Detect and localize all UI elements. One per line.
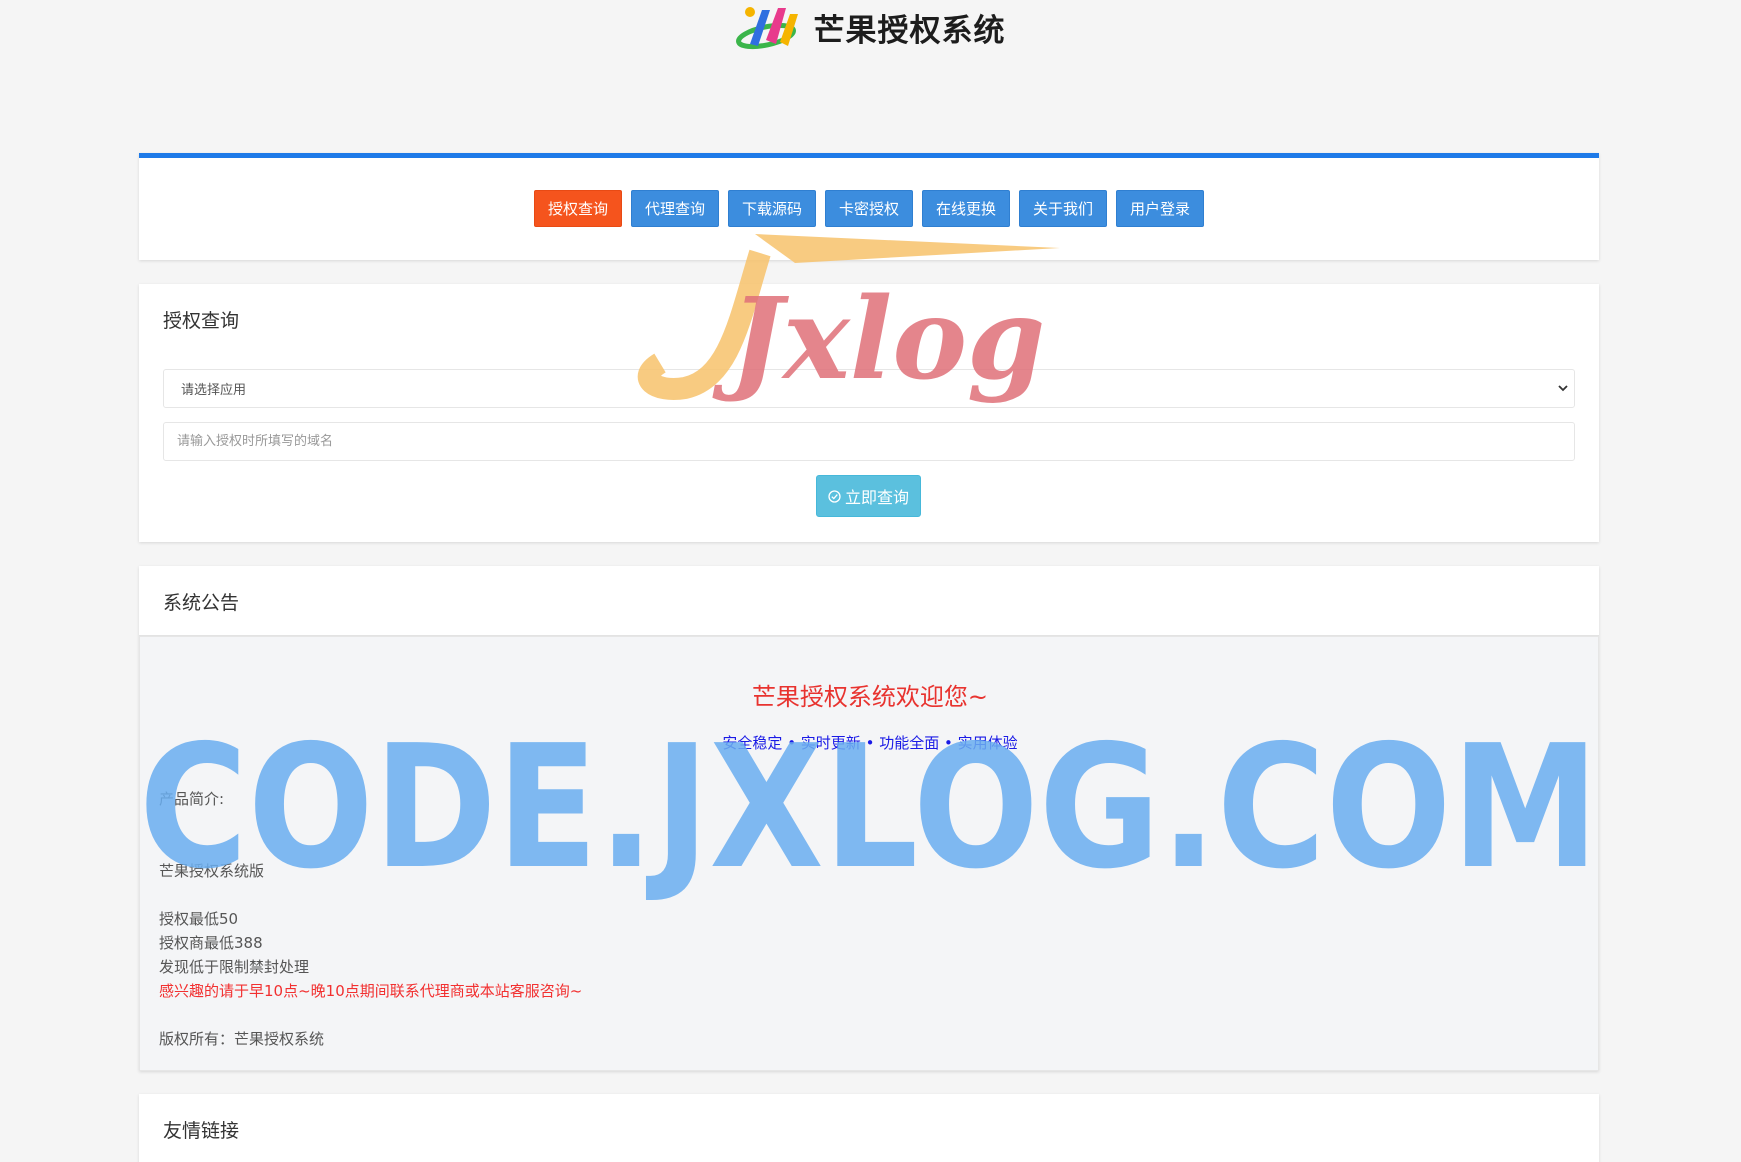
nav-button-user-login[interactable]: 用户登录 <box>1116 190 1205 227</box>
nav-button-license-query[interactable]: 授权查询 <box>533 190 622 227</box>
agent-min-line: 授权商最低388 <box>159 934 263 952</box>
notice-panel-title: 系统公告 <box>163 592 240 614</box>
ban-rule-line: 发现低于限制禁封处理 <box>159 958 310 976</box>
nav-button-agent-query[interactable]: 代理查询 <box>630 190 719 227</box>
notice-panel: 系统公告 芒果授权系统欢迎您~ 安全稳定 • 实时更新 • 功能全面 • 实用体… <box>139 566 1599 1071</box>
nav-button-download-source[interactable]: 下载源码 <box>727 190 816 227</box>
app-select-value: 请选择应用 <box>181 383 247 398</box>
license-query-panel: 授权查询 请选择应用 立即查询 <box>139 284 1599 542</box>
notice-slogan: 安全稳定 • 实时更新 • 功能全面 • 实用体验 <box>722 734 1018 752</box>
check-circle-icon <box>828 489 841 503</box>
contact-line: 感兴趣的请于早10点~晚10点期间联系代理商或本站客服咨询~ <box>159 982 583 1000</box>
nav-button-about-us[interactable]: 关于我们 <box>1019 190 1108 227</box>
links-panel-title: 友情链接 <box>163 1120 240 1142</box>
app-select[interactable]: 请选择应用 <box>163 369 1575 408</box>
nav-button-card-license[interactable]: 卡密授权 <box>824 190 913 227</box>
nav-panel: 授权查询 代理查询 下载源码 卡密授权 在线更换 关于我们 用户登录 <box>139 153 1599 260</box>
nav-button-group: 授权查询 代理查询 下载源码 卡密授权 在线更换 关于我们 用户登录 <box>139 158 1599 227</box>
query-submit-button[interactable]: 立即查询 <box>816 475 921 517</box>
site-header: 芒果授权系统 <box>0 0 1741 55</box>
nav-button-online-change[interactable]: 在线更换 <box>922 190 1011 227</box>
notice-content: 产品简介: 芒果授权系统版 授权最低50 授权商最低388 发现低于限制禁封处理… <box>159 787 582 1051</box>
notice-header: 系统公告 <box>139 566 1599 636</box>
query-panel-title: 授权查询 <box>163 310 240 332</box>
chevron-down-icon <box>1552 369 1574 408</box>
friend-links-panel: 友情链接 <box>139 1094 1599 1162</box>
intro-label: 产品简介: <box>159 790 225 808</box>
mango-logo-icon <box>735 6 798 49</box>
copyright-line: 版权所有：芒果授权系统 <box>159 1030 325 1048</box>
notice-welcome: 芒果授权系统欢迎您~ <box>751 683 989 711</box>
product-version: 芒果授权系统版 <box>159 862 265 880</box>
site-title: 芒果授权系统 <box>813 13 1006 49</box>
domain-input[interactable] <box>163 422 1575 461</box>
query-submit-label: 立即查询 <box>844 488 909 507</box>
price-min-line: 授权最低50 <box>159 910 239 928</box>
notice-body: 芒果授权系统欢迎您~ 安全稳定 • 实时更新 • 功能全面 • 实用体验 产品简… <box>139 636 1599 1071</box>
